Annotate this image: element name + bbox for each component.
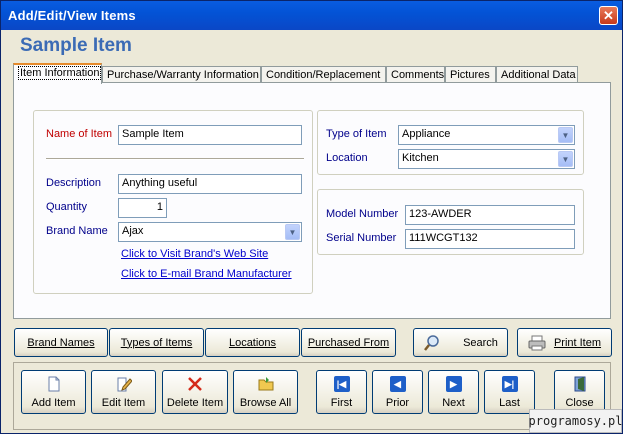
browse-all-button[interactable]: Browse All (233, 370, 298, 414)
type-select[interactable]: Appliance ▼ (398, 125, 575, 145)
chevron-down-icon[interactable]: ▼ (558, 127, 573, 143)
location-label: Location (326, 152, 368, 164)
type-select-value: Appliance (402, 128, 451, 140)
exit-door-icon (574, 376, 585, 392)
magnifier-icon (424, 334, 439, 351)
window-close-button[interactable]: ✕ (599, 6, 618, 25)
watermark: programosy.pl (529, 409, 622, 433)
brand-names-button[interactable]: Brand Names (14, 328, 108, 357)
brand-label: Brand Name (46, 225, 108, 237)
add-edit-view-items-window: Add/Edit/View Items ✕ Sample Item Item I… (0, 0, 623, 434)
name-input[interactable]: Sample Item (118, 125, 302, 145)
prior-record-button[interactable]: ◀ Prior (372, 370, 423, 414)
tab-comments[interactable]: Comments (386, 66, 445, 83)
item-details-group: Name of Item Sample Item Description Any… (33, 110, 313, 294)
delete-item-button[interactable]: Delete Item (162, 370, 228, 414)
description-label: Description (46, 177, 102, 189)
last-record-button[interactable]: ▶| Last (484, 370, 535, 414)
first-record-icon: |◀ (333, 376, 350, 392)
print-item-button[interactable]: Print Item (517, 328, 612, 357)
tab-item-information[interactable]: Item Information (13, 63, 102, 84)
location-select[interactable]: Kitchen ▼ (398, 149, 575, 169)
red-x-icon (188, 377, 202, 391)
title-bar[interactable]: Add/Edit/View Items ✕ (1, 1, 622, 30)
folder-icon (258, 377, 273, 391)
model-label: Model Number (326, 208, 399, 220)
item-information-panel: Name of Item Sample Item Description Any… (13, 82, 611, 319)
tab-purchase-warranty[interactable]: Purchase/Warranty Information (102, 66, 261, 83)
pencil-icon (117, 377, 132, 392)
model-input[interactable]: 123-AWDER (405, 205, 575, 225)
model-serial-group: Model Number 123-AWDER Serial Number 111… (317, 189, 584, 255)
quantity-input[interactable]: 1 (118, 198, 167, 218)
type-label: Type of Item (326, 128, 387, 140)
window-title: Add/Edit/View Items (8, 8, 136, 23)
first-record-button[interactable]: |◀ First (316, 370, 367, 414)
search-button[interactable]: Search (413, 328, 508, 357)
brand-select-value: Ajax (122, 225, 144, 237)
record-navigation-bar: Add Item Edit Item Delete Item Browse Al… (13, 362, 611, 430)
printer-icon (528, 335, 546, 350)
quantity-label: Quantity (46, 201, 87, 213)
tab-condition-replacement[interactable]: Condition/Replacement (261, 66, 386, 83)
types-of-items-button[interactable]: Types of Items (109, 328, 204, 357)
serial-input[interactable]: 111WCGT132 (405, 229, 575, 249)
location-select-value: Kitchen (402, 152, 439, 164)
type-location-group: Type of Item Appliance ▼ Location Kitche… (317, 110, 584, 175)
next-record-icon: ▶ (445, 376, 462, 392)
tab-additional-data[interactable]: Additional Data (496, 66, 578, 83)
chevron-down-icon[interactable]: ▼ (285, 224, 300, 240)
serial-label: Serial Number (326, 232, 397, 244)
visit-brand-website-link[interactable]: Click to Visit Brand's Web Site (121, 248, 268, 260)
last-record-icon: ▶| (501, 376, 518, 392)
email-brand-manufacturer-link[interactable]: Click to E-mail Brand Manufacturer (121, 268, 292, 280)
document-icon (48, 376, 59, 392)
close-button[interactable]: Close (554, 370, 605, 414)
prior-record-icon: ◀ (389, 376, 406, 392)
name-label: Name of Item (46, 128, 113, 140)
divider (46, 158, 304, 160)
edit-item-button[interactable]: Edit Item (91, 370, 156, 414)
locations-button[interactable]: Locations (205, 328, 300, 357)
brand-select[interactable]: Ajax ▼ (118, 222, 302, 242)
next-record-button[interactable]: ▶ Next (428, 370, 479, 414)
add-item-button[interactable]: Add Item (21, 370, 86, 414)
tab-pictures[interactable]: Pictures (445, 66, 496, 83)
chevron-down-icon[interactable]: ▼ (558, 151, 573, 167)
item-heading: Sample Item (20, 35, 132, 56)
description-input[interactable]: Anything useful (118, 174, 302, 194)
close-icon: ✕ (603, 7, 614, 23)
purchased-from-button[interactable]: Purchased From (301, 328, 396, 357)
